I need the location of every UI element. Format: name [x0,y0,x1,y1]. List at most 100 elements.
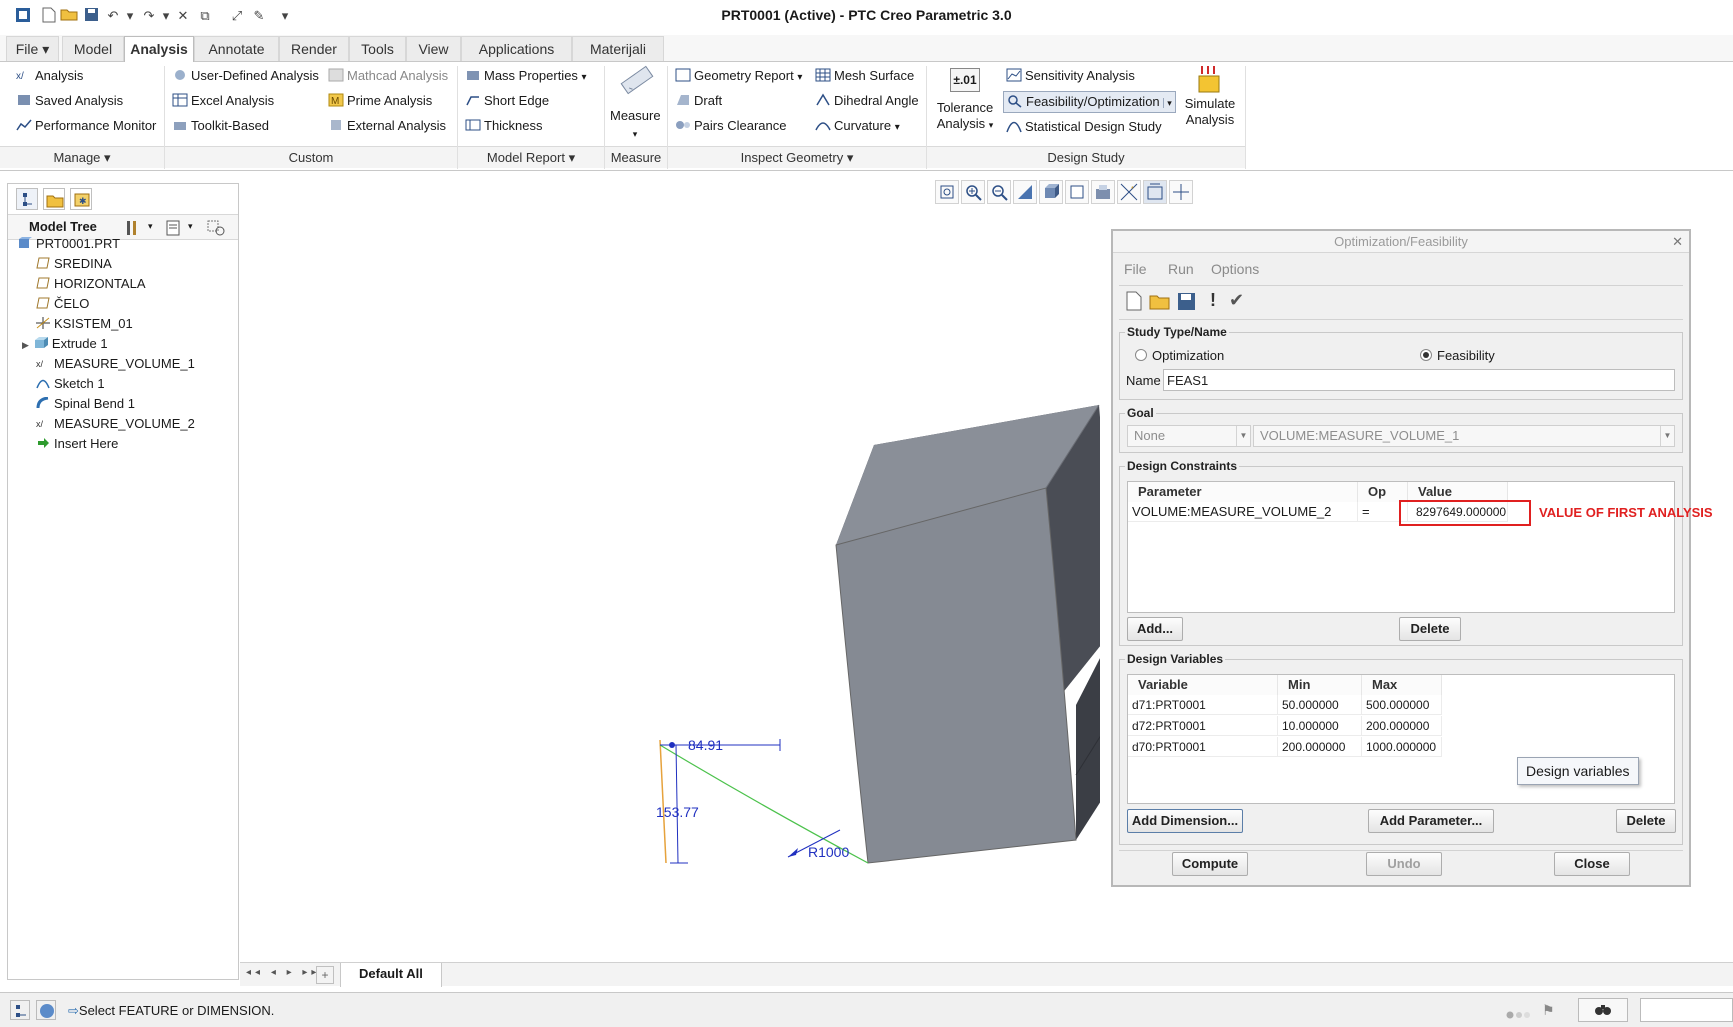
tab-tools[interactable]: Tools [349,36,406,61]
goal-type-select[interactable]: None ▼ [1127,425,1251,447]
menu-file[interactable]: File [1124,261,1147,277]
datum-display-icon[interactable]: * [1117,180,1141,204]
tree-item-measure[interactable]: x/MEASURE_VOLUME_1 [36,354,195,374]
filter-icon[interactable] [206,219,226,237]
variable-min-cell[interactable]: 10.000000 [1278,716,1362,736]
thickness-button[interactable]: Thickness [465,116,543,136]
tab-model[interactable]: Model [62,36,124,61]
tree-item-datum-plane[interactable]: HORIZONTALA [36,274,146,294]
refit-icon[interactable] [935,180,959,204]
saved-orientations-icon[interactable] [1065,180,1089,204]
folder-browser-tab-icon[interactable] [43,188,65,210]
tolerance-icon[interactable]: ±.01 [950,68,980,92]
navigator-toggle-icon[interactable] [10,1000,30,1020]
display-style-icon[interactable] [1039,180,1063,204]
column-header-value[interactable]: Value [1408,482,1508,502]
short-edge-button[interactable]: Short Edge [465,91,549,111]
menu-run[interactable]: Run [1168,261,1194,277]
goal-parameter-select[interactable]: VOLUME:MEASURE_VOLUME_1 ▼ [1253,425,1675,447]
add-tab-icon[interactable]: + [316,966,334,984]
tree-item-datum-plane[interactable]: ČELO [36,294,89,314]
variable-max-cell[interactable]: 500.000000 [1362,695,1442,715]
close-icon[interactable]: ✕ [1672,234,1683,250]
curvature-button[interactable]: Curvature ▾ [815,116,900,136]
dihedral-angle-button[interactable]: Dihedral Angle [815,91,919,111]
add-constraint-button[interactable]: Add... [1127,617,1183,641]
favorites-tab-icon[interactable]: ✱ [70,188,92,210]
saved-analysis-button[interactable]: Saved Analysis [16,91,123,111]
show-icon[interactable] [164,219,182,237]
measure-dropdown-icon[interactable]: ▾ [610,124,660,144]
geometry-report-button[interactable]: Geometry Report ▾ [675,66,802,86]
variable-name-cell[interactable]: d70:PRT0001 [1128,737,1278,757]
tree-item-spinal-bend[interactable]: Spinal Bend 1 [36,394,135,414]
tree-item-measure[interactable]: x/MEASURE_VOLUME_2 [36,414,195,434]
spin-center-icon[interactable] [1169,180,1193,204]
tab-view[interactable]: View [406,36,461,61]
name-input[interactable] [1163,369,1675,391]
radio-feasibility[interactable]: Feasibility [1420,348,1495,363]
column-header-parameter[interactable]: Parameter [1128,482,1358,502]
selection-filter-select[interactable] [1640,998,1733,1022]
simulate-analysis-button[interactable]: Simulate Analysis [1180,96,1240,127]
checkmark-icon[interactable]: ✔ [1229,290,1244,311]
tab-default-all[interactable]: Default All [340,963,442,987]
constraint-parameter-cell[interactable]: VOLUME:MEASURE_VOLUME_2 [1128,502,1358,522]
save-icon[interactable] [1177,292,1197,312]
delete-variable-button[interactable]: Delete [1616,809,1676,833]
tolerance-analysis-button[interactable]: Tolerance Analysis ▾ [932,100,998,131]
variable-name-cell[interactable]: d72:PRT0001 [1128,716,1278,736]
prime-analysis-button[interactable]: M Prime Analysis [328,91,432,111]
group-model-report[interactable]: Model Report ▾ [458,146,604,168]
performance-monitor-button[interactable]: Performance Monitor [16,116,156,136]
menu-options[interactable]: Options [1211,261,1259,277]
radio-optimization[interactable]: Optimization [1135,348,1224,363]
tab-file[interactable]: File ▾ [6,36,59,61]
column-header-max[interactable]: Max [1362,675,1442,695]
mass-properties-button[interactable]: Mass Properties ▾ [465,66,587,86]
external-analysis-button[interactable]: External Analysis [328,116,446,136]
repaint-icon[interactable] [1013,180,1037,204]
draft-button[interactable]: Draft [675,91,722,111]
tab-render[interactable]: Render [279,36,349,61]
variable-max-cell[interactable]: 200.000000 [1362,716,1442,736]
variable-min-cell[interactable]: 200.000000 [1278,737,1362,757]
sensitivity-analysis-button[interactable]: Sensitivity Analysis [1006,66,1135,86]
variable-min-cell[interactable]: 50.000000 [1278,695,1362,715]
tree-item-insert-here[interactable]: Insert Here [36,434,118,454]
add-dimension-button[interactable]: Add Dimension... [1127,809,1243,833]
run-icon[interactable]: ! [1210,290,1216,311]
analysis-button[interactable]: x/Analysis [16,66,83,86]
flag-icon[interactable]: ⚑ [1542,1002,1555,1019]
tab-materijali[interactable]: Materijali [572,36,664,61]
user-defined-analysis-button[interactable]: User-Defined Analysis [172,66,319,86]
chevron-down-icon[interactable]: ▾ [148,221,153,232]
graphics-viewport[interactable]: 84.91 153.77 R1000 [240,205,1100,955]
tab-navigation-arrows-icon[interactable]: ◂◂ ◂ ▸ ▸▸ [246,967,320,978]
tree-item-sketch[interactable]: Sketch 1 [36,374,105,394]
zoom-out-icon[interactable] [987,180,1011,204]
browser-toggle-icon[interactable] [36,1000,56,1020]
new-icon[interactable] [1125,291,1143,311]
annotation-display-icon[interactable] [1143,180,1167,204]
compute-button[interactable]: Compute [1172,852,1248,876]
group-manage[interactable]: Manage ▾ [0,146,164,168]
feasibility-optimization-button[interactable]: Feasibility/Optimization ▾ [1003,91,1176,113]
column-header-min[interactable]: Min [1278,675,1362,695]
mesh-surface-button[interactable]: Mesh Surface [815,66,914,86]
model-tree-tab-icon[interactable] [16,188,38,210]
group-inspect-geometry[interactable]: Inspect Geometry ▾ [668,146,926,168]
tab-annotate[interactable]: Annotate [194,36,279,61]
statistical-design-study-button[interactable]: Statistical Design Study [1006,117,1162,137]
delete-constraint-button[interactable]: Delete [1399,617,1461,641]
tree-item-extrude[interactable]: ▶ Extrude 1 [22,334,108,354]
tools-icon[interactable] [124,219,142,237]
close-button[interactable]: Close [1554,852,1630,876]
column-header-variable[interactable]: Variable [1128,675,1278,695]
expand-arrow-icon[interactable]: ▶ [22,340,29,350]
chevron-down-icon[interactable]: ▾ [188,221,193,232]
toolkit-based-button[interactable]: Toolkit-Based [172,116,269,136]
simulate-icon[interactable] [1196,66,1222,96]
tree-item-datum-plane[interactable]: SREDINA [36,254,112,274]
undo-button[interactable]: Undo [1366,852,1442,876]
